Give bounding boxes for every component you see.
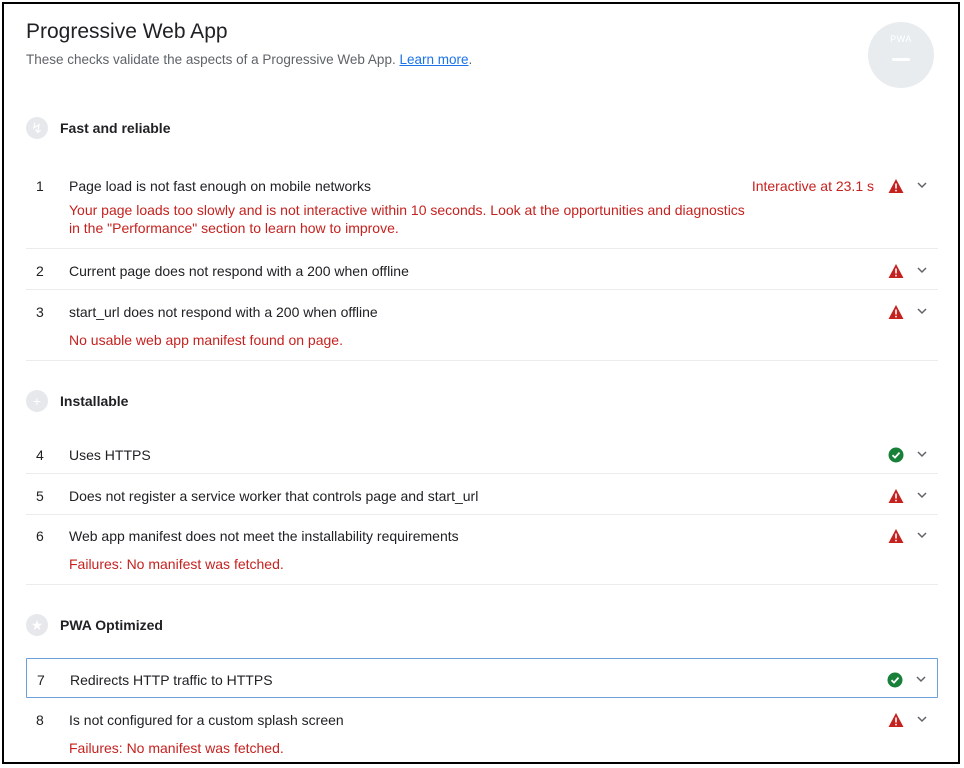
audit-title: Redirects HTTP traffic to HTTPS [70, 672, 273, 688]
group-title: Installable [60, 393, 129, 409]
lightning-icon: ↯ [26, 117, 48, 139]
pwa-badge: PWA [868, 22, 934, 88]
audit-title: Is not configured for a custom splash sc… [69, 712, 344, 728]
audit-number: 8 [36, 712, 44, 728]
audit-number: 7 [37, 672, 45, 688]
description-text: These checks validate the aspects of a P… [26, 52, 396, 67]
audit-number: 5 [36, 488, 44, 504]
group-title: Fast and reliable [60, 120, 171, 136]
audit-number: 4 [36, 447, 44, 463]
audit-row-6[interactable]: 6 Web app manifest does not meet the ins… [26, 515, 938, 585]
plus-icon: + [26, 390, 48, 412]
audit-number: 3 [36, 304, 44, 320]
description-period: . [468, 52, 473, 67]
audit-row-7[interactable]: 7 Redirects HTTP traffic to HTTPS [26, 658, 938, 698]
warning-icon [888, 179, 904, 193]
audit-row-8[interactable]: 8 Is not configured for a custom splash … [26, 699, 938, 762]
audit-value: Interactive at 23.1 s [751, 178, 874, 194]
warning-icon [888, 713, 904, 727]
group-pwa-optimized: ★ PWA Optimized [26, 612, 163, 638]
warning-icon [888, 264, 904, 278]
chevron-down-icon[interactable] [916, 490, 928, 500]
group-installable: + Installable [26, 388, 128, 414]
page-description: These checks validate the aspects of a P… [26, 52, 472, 67]
audit-description: Failures: No manifest was fetched. [69, 556, 284, 572]
badge-dash-icon [892, 58, 910, 61]
group-fast-and-reliable: ↯ Fast and reliable [26, 115, 170, 141]
star-icon: ★ [26, 614, 48, 636]
page-title: Progressive Web App [26, 20, 228, 43]
chevron-down-icon[interactable] [916, 714, 928, 724]
chevron-down-icon[interactable] [915, 674, 927, 684]
audit-title: Does not register a service worker that … [69, 488, 479, 504]
warning-icon [888, 305, 904, 319]
warning-icon [888, 489, 904, 503]
pwa-header: Progressive Web App These checks validat… [26, 20, 472, 67]
audit-title: Current page does not respond with a 200… [69, 263, 409, 279]
check-circle-icon [888, 447, 904, 463]
audit-title: start_url does not respond with a 200 wh… [69, 304, 378, 320]
audit-number: 6 [36, 528, 44, 544]
chevron-down-icon[interactable] [916, 449, 928, 459]
audit-number: 1 [36, 178, 44, 194]
audit-number: 2 [36, 263, 44, 279]
audit-row-2[interactable]: 2 Current page does not respond with a 2… [26, 250, 938, 290]
audit-title: Uses HTTPS [69, 447, 151, 463]
audit-title: Page load is not fast enough on mobile n… [69, 178, 371, 194]
learn-more-link[interactable]: Learn more [399, 52, 468, 67]
group-title: PWA Optimized [60, 617, 163, 633]
pwa-badge-label: PWA [890, 34, 912, 44]
warning-icon [888, 529, 904, 543]
pwa-report-panel: Progressive Web App These checks validat… [2, 2, 960, 764]
audit-description: No usable web app manifest found on page… [69, 332, 343, 348]
audit-description: Failures: No manifest was fetched. [69, 740, 284, 756]
audit-row-4[interactable]: 4 Uses HTTPS [26, 434, 938, 474]
audit-description: Your page loads too slowly and is not in… [69, 202, 745, 236]
audit-row-5[interactable]: 5 Does not register a service worker tha… [26, 475, 938, 515]
chevron-down-icon[interactable] [916, 180, 928, 190]
audit-title: Web app manifest does not meet the insta… [69, 528, 459, 544]
audit-row-3[interactable]: 3 start_url does not respond with a 200 … [26, 291, 938, 361]
chevron-down-icon[interactable] [916, 530, 928, 540]
chevron-down-icon[interactable] [916, 306, 928, 316]
check-circle-icon [887, 672, 903, 688]
chevron-down-icon[interactable] [916, 265, 928, 275]
audit-row-1[interactable]: 1 Page load is not fast enough on mobile… [26, 165, 938, 249]
